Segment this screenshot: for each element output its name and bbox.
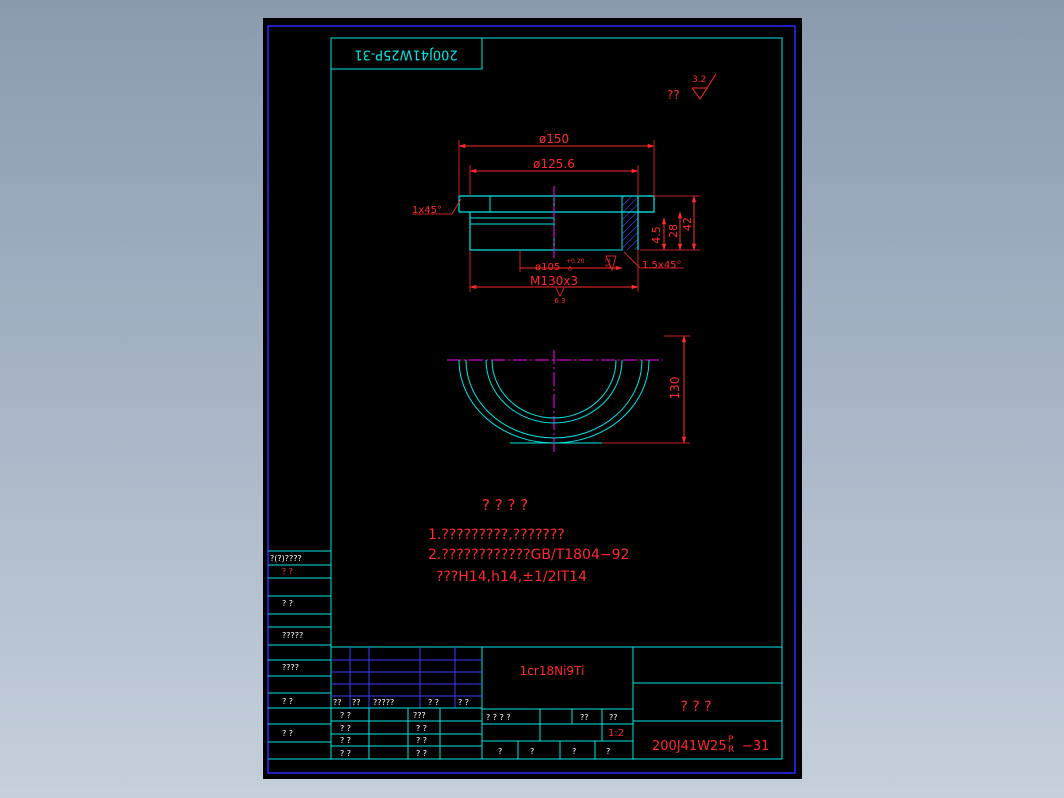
strip-r3: ? ? xyxy=(282,599,293,608)
dim-h42: 42 xyxy=(681,217,694,231)
strip-r6: ? ? xyxy=(282,697,293,706)
tb-hdr-a: ?? xyxy=(333,698,342,707)
tb-drawing-no: 200J41W25 xyxy=(652,739,727,754)
dim-v130: 130 xyxy=(668,377,682,400)
tb-drawing-no-suffix: −31 xyxy=(742,739,769,754)
cad-drawing: 200J41W25P-31 ?? 3.2 ø150 ø125.6 1x45° 4… xyxy=(263,18,802,779)
dim-phi105-tol-low: 0 xyxy=(568,266,572,273)
tb-drawing-no-sup: P xyxy=(728,735,734,745)
thread-roughness: 6.3 xyxy=(554,297,565,305)
tb-scale-hdr: ?? xyxy=(609,713,618,722)
tb-sheet4: ? xyxy=(606,747,610,756)
dim-chamfer-left: 1x45° xyxy=(412,205,442,216)
dim-phi105: ø105 xyxy=(535,262,560,273)
roughness-label: ?? xyxy=(667,88,680,102)
tb-hdr-b: ?? xyxy=(352,698,361,707)
dim-h4-5: 4.5 xyxy=(650,226,663,244)
tb-row1-b: ??? xyxy=(413,711,426,720)
tb-hdr-c: ????? xyxy=(373,698,394,707)
tb-row4-b: ? ? xyxy=(416,749,427,758)
strip-r7: ? ? xyxy=(282,729,293,738)
tb-part-name: ? ? ? xyxy=(680,699,711,715)
strip-r1: ?(?)???? xyxy=(270,554,302,563)
tb-row2-b: ? ? xyxy=(416,724,427,733)
tb-hdr-d: ? ? xyxy=(428,698,439,707)
tb-row2-a: ? ? xyxy=(340,724,351,733)
notes-line3: ???H14,h14,±1/2IT14 xyxy=(436,569,587,585)
dim-thread: M130x3 xyxy=(530,274,578,288)
notes-line2: 2.????????????GB/T1804−92 xyxy=(428,547,629,563)
tb-row3-b: ? ? xyxy=(416,736,427,745)
tb-weight: ?? xyxy=(580,713,589,722)
notes-title: ? ? ? ? xyxy=(482,496,528,514)
strip-r5: ???? xyxy=(282,663,299,672)
tb-row4-a: ? ? xyxy=(340,749,351,758)
tb-hdr-e: ? ? xyxy=(458,698,469,707)
dim-h28: 28 xyxy=(667,224,680,238)
tb-sheet3: ? xyxy=(572,747,576,756)
strip-r2: ? ? xyxy=(282,567,293,576)
tb-scale: 1:2 xyxy=(608,728,624,739)
tb-drawing-no-sub: R xyxy=(728,745,734,755)
roughness-value: 3.2 xyxy=(692,75,706,85)
tb-sheet1: ? xyxy=(498,747,502,756)
strip-r4: ????? xyxy=(282,631,303,640)
dim-phi125-6: ø125.6 xyxy=(533,157,575,171)
tb-sheet2: ? xyxy=(530,747,534,756)
dim-phi105-tol: +0.20 xyxy=(566,258,585,265)
notes-line1: 1.?????????,??????? xyxy=(428,527,565,543)
dim-phi150: ø150 xyxy=(539,132,569,146)
tb-row3-a: ? ? xyxy=(340,736,351,745)
tb-row1-a: ? ? xyxy=(340,711,351,720)
title-tag-text: 200J41W25P-31 xyxy=(354,47,457,62)
hatch-section-right xyxy=(622,196,638,250)
tb-material: 1cr18Ni9Ti xyxy=(520,664,585,678)
small-roughness: 3.2 xyxy=(605,258,612,268)
tb-stage: ? ? ? ? xyxy=(486,713,511,722)
dim-chamfer-right: 1.5x45° xyxy=(642,260,682,271)
